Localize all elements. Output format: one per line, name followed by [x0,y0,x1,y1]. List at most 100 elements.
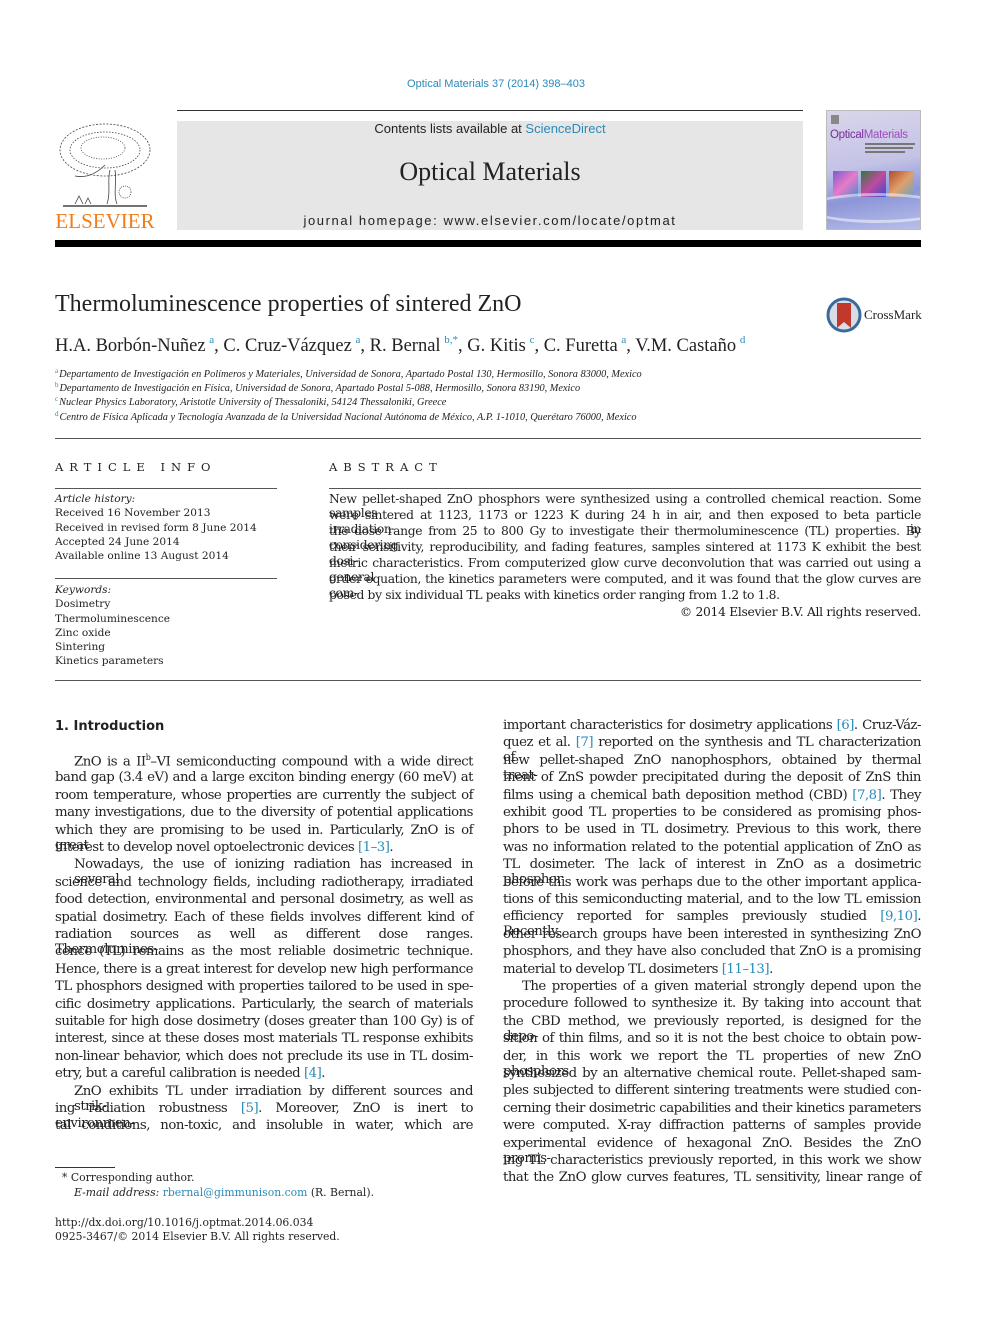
text-span: . Cruz-Váz- [853,718,922,733]
text-line: suitable for high dose dosimetry (doses … [55,1014,474,1029]
text-span: cific dosimetry applications. Particular… [55,996,474,1012]
text-line: band gap (3.4 eV) and a large exciton bi… [55,770,474,786]
keywords: Keywords: Dosimetry Thermoluminescence Z… [55,583,170,669]
cover-subtitle-line [865,147,913,149]
affiliation: cNuclear Physics Laboratory, Aristotle U… [55,395,446,408]
affiliation-key: d [55,410,59,418]
author: H.A. Borbón-Nuñez [55,336,210,356]
journal-homepage-link[interactable]: journal homepage: www.elsevier.com/locat… [177,213,803,228]
author-affiliation-ref[interactable]: d [740,334,746,346]
keyword: Dosimetry [55,598,111,611]
text-span: tal conditions, non-toxic, and insoluble… [55,1118,474,1134]
cover-publisher-mark [831,115,839,124]
author-list: H.A. Borbón-Nuñez a, C. Cruz-Vázquez a, … [55,334,745,357]
text-line: room temperature, whose properties are c… [55,788,474,803]
sciencedirect-link[interactable]: ScienceDirect [525,121,605,136]
history-label: Article history: [55,493,136,505]
text-line: were computed. X-ray diffraction pattern… [503,1118,922,1133]
reference-link[interactable]: [1–3] [358,840,390,855]
text-span: ing TL characteristics previously report… [503,1153,922,1168]
text-line: was no information related to the potent… [503,839,922,855]
cover-title: OpticalMaterials [830,129,908,141]
reference-link[interactable]: [6] [837,718,855,733]
divider [55,488,277,489]
text-line: films using a chemical bath deposition m… [503,788,921,803]
text-span: . [321,1066,326,1082]
elsevier-wordmark: ELSEVIER [55,209,155,233]
crossmark-icon[interactable] [826,297,862,333]
text-span: before this work was perhaps due to the … [503,874,922,890]
author-separator: , [626,336,636,356]
affiliation-text: Departamento de Investigación en Polímer… [59,369,642,380]
cover-title-a: Optical [830,129,864,141]
abstract-line: posed by six individual TL peaks with ki… [329,588,780,602]
text-line: etry, but a careful calibration is neede… [55,1066,473,1081]
text-line: non-linear behavior, which does not prec… [55,1049,474,1064]
author-affiliation-ref[interactable]: b,* [444,334,458,346]
contents-line: Contents lists available at ScienceDirec… [177,121,803,136]
reference-link[interactable]: [4] [304,1066,322,1081]
text-span: TL phosphors designed with properties ta… [55,979,474,995]
doi-link[interactable]: http://dx.doi.org/10.1016/j.optmat.2014.… [55,1216,313,1229]
text-line: material to develop TL dosimeters [11–13… [503,962,921,977]
text-span: suitable for high dose dosimetry (doses … [55,1014,474,1029]
email-link[interactable]: rbernal@gimmunison.com [163,1186,308,1199]
text-line: synthesized by an alternative chemical r… [503,1066,922,1081]
text-line: science and technology fields, including… [55,874,474,890]
reference-link[interactable]: [7] [576,735,594,750]
text-line: TL phosphors designed with properties ta… [55,979,474,995]
text-line: spatial dosimetry. Each of these fields … [55,910,474,925]
text-line: many investigations, due to the diversit… [55,805,474,821]
text-span: interest, since at these doses most mate… [55,1031,474,1047]
cover-title-b: Materials [863,129,908,141]
text-span: exhibit good TL properties to be conside… [503,805,922,820]
text-span: quez et al. [503,735,576,751]
reference-link[interactable]: [5] [241,1101,259,1116]
reference-link[interactable]: [9,10] [880,909,917,924]
article-history: Article history: Received 16 November 20… [55,492,257,563]
journal-citation[interactable]: Optical Materials 37 (2014) 398–403 [0,78,992,90]
reference-link[interactable]: [11–13] [722,962,770,977]
text-line: interest, since at these doses most mate… [55,1031,474,1047]
text-span: –VI semiconducting compound with a wide … [150,754,473,770]
divider [55,680,921,681]
text-span: many investigations, due to the diversit… [55,805,474,821]
text-span: cerning their dosimetric capabilities an… [503,1100,922,1116]
text-line: tions of this semiconducting material, a… [503,892,922,907]
article-info-heading: ARTICLE INFO [55,460,217,474]
abstract-copyright: © 2014 Elsevier B.V. All rights reserved… [679,605,921,619]
text-span: science and technology fields, including… [55,874,474,890]
crossmark-label[interactable]: CrossMark [864,307,922,323]
affiliation-text: Centro de Física Aplicada y Tecnología A… [59,412,637,423]
text-span: food detection, environmental and person… [55,892,474,908]
keyword: Thermoluminescence [55,612,171,625]
contents-prefix: Contents lists available at [374,121,526,136]
affiliation: aDepartamento de Investigación en Políme… [55,367,642,380]
text-span: phors to be used in TL dosimetry. Previo… [503,822,922,838]
text-line: before this work was perhaps due to the … [503,874,922,890]
cover-swoosh [827,193,920,223]
text-line: ZnO is a IIb–VI semiconducting compound … [74,753,473,769]
article-title: Thermoluminescence properties of sintere… [55,291,522,317]
reference-link[interactable]: [7,8] [852,788,882,803]
text-span: ZnO is a II [74,754,146,770]
text-line: that the ZnO glow curves features, TL se… [503,1170,922,1185]
keyword: Zinc oxide [55,626,111,639]
text-span: efficiency reported for samples previous… [503,909,881,925]
text-span: etry, but a careful calibration is neede… [55,1066,304,1082]
text-line: ing TL characteristics previously report… [503,1153,922,1168]
footnote-rule [55,1167,115,1168]
author: G. Kitis [467,336,530,356]
text-line: phors to be used in TL dosimetry. Previo… [503,822,922,838]
author: C. Furetta [543,336,622,356]
text-span: was no information related to the potent… [503,839,922,855]
text-span: material to develop TL dosimeters [503,961,722,977]
text-span: band gap (3.4 eV) and a large exciton bi… [55,770,474,786]
journal-title: Optical Materials [399,157,581,186]
history-item: Available online 13 August 2014 [55,550,229,563]
email-note: E-mail address: rbernal@gimmunison.com (… [74,1186,374,1199]
section-heading-introduction: 1. Introduction [55,719,165,734]
text-line: ment of ZnS powder precipitated during t… [503,770,922,785]
affiliation-key: c [55,395,59,403]
issn-copyright: 0925-3467/© 2014 Elsevier B.V. All right… [55,1230,340,1243]
